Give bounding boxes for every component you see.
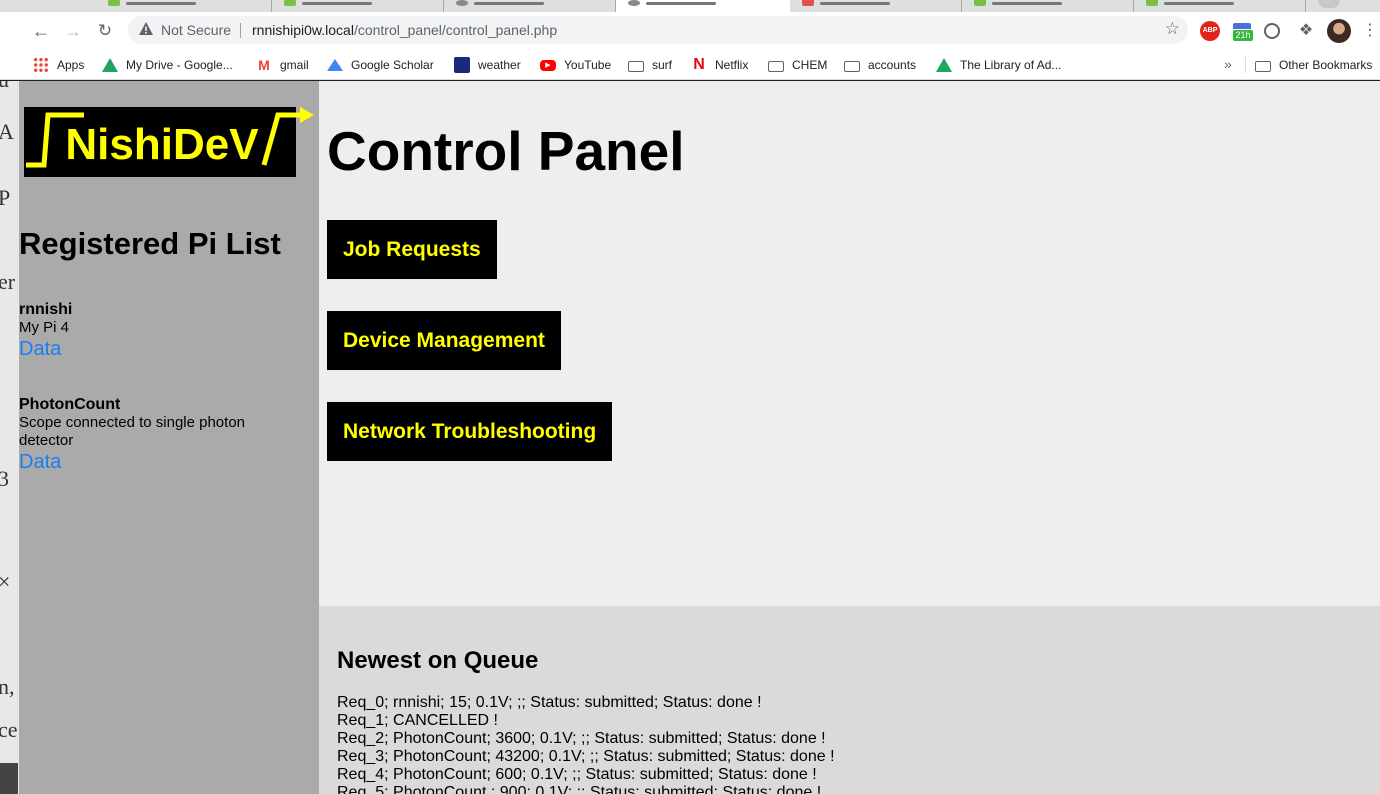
folder-icon [628,60,644,72]
queue-heading: Newest on Queue [337,647,539,674]
logo-text: NishiDeV [65,120,259,169]
pi-entry-rnnishi: rnnishi My Pi 4 Data [19,301,289,361]
page-title: Control Panel [327,120,685,182]
browser-toolbar: ← → ↻ Not Secure rnnishipi0w.local/contr… [0,12,1380,50]
google-drive-icon [102,58,118,72]
tab-strip [0,0,1380,12]
bookmark-other-bookmarks[interactable]: Other Bookmarks [1255,54,1372,76]
google-scholar-icon [327,59,343,71]
bookmark-chem[interactable]: CHEM [768,54,827,76]
browser-tab[interactable] [444,0,616,12]
registered-pi-list-heading: Registered Pi List [19,226,281,261]
new-tab-button[interactable] [1318,0,1340,8]
bookmark-library[interactable]: The Library of Ad... [936,54,1061,76]
device-management-button[interactable]: Device Management [327,311,561,370]
queue-panel: Newest on Queue Req_0; rnnishi; 15; 0.1V… [319,606,1380,794]
queue-list: Req_0; rnnishi; 15; 0.1V; ;; Status: sub… [337,694,835,794]
nishidev-logo: NishiDeV [24,107,314,177]
bookmark-gmail[interactable]: Mgmail [256,54,309,76]
calendar-extension-icon[interactable]: 21h [1232,21,1253,41]
queue-item: Req_1; CANCELLED ! [337,712,498,729]
bookmarks-more-button[interactable]: » [1224,56,1232,72]
folder-icon [844,60,860,72]
extension-circle-icon[interactable] [1264,23,1280,39]
globe-icon [456,0,468,6]
bookmark-accounts[interactable]: accounts [844,54,916,76]
back-arrow-icon[interactable]: ← [30,20,52,42]
bookmark-star-icon[interactable]: ☆ [1165,19,1180,39]
youtube-icon: ▶ [540,59,556,71]
pi-name: PhotonCount [19,396,121,413]
extensions-puzzle-icon[interactable]: ❖ [1296,21,1316,41]
netflix-icon: N [693,56,705,73]
adblock-plus-icon[interactable]: ABP [1200,21,1220,41]
menu-kebab-icon[interactable]: ⋮ [1362,22,1378,40]
pi-description: My Pi 4 [19,319,70,336]
job-requests-button[interactable]: Job Requests [327,220,497,279]
calendar-badge: 21h [1233,30,1253,41]
profile-avatar[interactable] [1327,19,1351,43]
browser-tab[interactable] [962,0,1134,12]
bookmark-apps[interactable]: Apps [33,54,84,76]
forward-arrow-icon[interactable]: → [62,20,84,42]
sheets-icon [108,0,120,6]
bookmarks-bar: Apps My Drive - Google... Mgmail Google … [0,50,1380,80]
sheets-icon [1146,0,1158,6]
pi-data-link[interactable]: Data [19,450,289,474]
sidebar: NishiDeV Registered Pi List rnnishi My P… [19,81,319,794]
gmail-icon: M [258,57,270,73]
bookmark-my-drive[interactable]: My Drive - Google... [102,54,233,76]
bookmark-surf[interactable]: surf [628,54,672,76]
google-drive-icon [936,58,952,72]
browser-tab[interactable] [1134,0,1306,12]
url-text[interactable]: rnnishipi0w.local/control_panel/control_… [252,22,557,38]
page-viewport: u A P er 3 × n, ce NishiDeV Registered P… [0,81,1380,794]
browser-tab[interactable] [790,0,962,12]
pi-name: rnnishi [19,301,73,318]
omnibox-divider [240,23,241,38]
queue-item: Req_5; PhotonCount ; 900; 0.1V; ;; Statu… [337,784,822,794]
queue-item: Req_3; PhotonCount; 43200; 0.1V; ;; Stat… [337,748,835,765]
apps-grid-icon [33,57,49,73]
pi-entry-photoncount: PhotonCount Scope connected to single ph… [19,396,289,474]
main-panel: Control Panel Job Requests Device Manage… [319,81,1380,606]
folder-icon [1255,60,1271,72]
reload-icon[interactable]: ↻ [94,20,116,42]
sheets-icon [284,0,296,6]
bookmark-netflix[interactable]: N Netflix [691,54,748,76]
bookmarks-divider [1245,57,1246,73]
warning-icon [139,22,153,35]
background-window-edge: u A P er 3 × n, ce [0,81,20,794]
bookmark-youtube[interactable]: ▶ YouTube [540,54,611,76]
network-troubleshooting-button[interactable]: Network Troubleshooting [327,402,613,461]
pi-data-link[interactable]: Data [19,337,289,361]
queue-item: Req_2; PhotonCount; 3600; 0.1V; ;; Statu… [337,730,826,747]
pi-description: Scope connected to single photon detecto… [19,414,246,449]
folder-icon [768,60,784,72]
browser-tab-active[interactable] [616,0,790,12]
queue-item: Req_4; PhotonCount; 600; 0.1V; ;; Status… [337,766,817,783]
browser-tab[interactable] [96,0,272,12]
not-secure-label[interactable]: Not Secure [161,22,231,38]
bookmark-weather[interactable]: weather [454,54,521,76]
browser-tab[interactable] [272,0,444,12]
bookmark-google-scholar[interactable]: Google Scholar [327,54,434,76]
address-bar[interactable]: Not Secure rnnishipi0w.local/control_pan… [128,16,1188,44]
sheets-icon [974,0,986,6]
page-icon [802,0,814,6]
weather-channel-icon [454,57,470,73]
globe-icon [628,0,640,6]
queue-item: Req_0; rnnishi; 15; 0.1V; ;; Status: sub… [337,694,762,711]
